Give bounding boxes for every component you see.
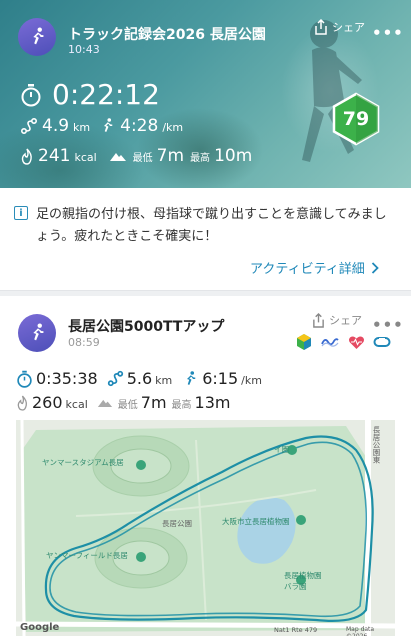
activity-pace-value: 6:15 xyxy=(202,369,239,388)
mountain-icon xyxy=(97,399,112,407)
activity-pace-unit: /km xyxy=(241,374,262,387)
hero-elev-min-label: 最低 xyxy=(132,153,153,164)
activity-badges xyxy=(295,333,391,351)
activity-elev-min-label: 最低 xyxy=(117,400,138,411)
activity-duration: 0:35:38 xyxy=(36,369,98,388)
flame-icon xyxy=(21,148,32,165)
activity-runner-avatar-icon xyxy=(18,314,56,352)
activity-calories-unit: kcal xyxy=(65,398,88,411)
activity-elev-min-value: 7m xyxy=(140,393,167,412)
activity-calories-value: 260 xyxy=(32,393,63,412)
runner-avatar-icon xyxy=(18,18,56,56)
share-icon xyxy=(315,19,327,35)
section-divider xyxy=(0,290,411,296)
hero-distance-pace-row: 4.9 km 4:28 /km xyxy=(20,116,183,136)
info-icon: i xyxy=(14,206,28,220)
map-road-label: Nat1 Rte 479 xyxy=(274,626,318,634)
activity-detail-link[interactable]: アクティビティ詳細 xyxy=(250,258,379,277)
activity-distance-value: 5.6 xyxy=(126,369,153,388)
hero-share-label: シェア xyxy=(332,21,365,34)
hero-share-button[interactable]: シェア xyxy=(314,19,365,35)
hero-pace-unit: /km xyxy=(162,121,184,134)
heart-rate-icon xyxy=(347,333,365,351)
map-label-rose: 長居植物園 バラ園 xyxy=(284,571,322,591)
hero-elev-max-label: 最高 xyxy=(190,153,211,164)
map-copyright: Map data ©2026 xyxy=(346,626,375,636)
route-map[interactable]: ヤンマースタジアム長居 ヤンマーフィールド長居 長居公園 大阪市立長居植物園 長… xyxy=(16,420,395,636)
route-icon xyxy=(107,370,123,387)
activity-title[interactable]: 長居公園5000TTアップ xyxy=(68,316,224,336)
mountain-icon xyxy=(109,153,126,161)
hero-elev-min-value: 7m xyxy=(156,146,185,166)
running-pace-icon xyxy=(104,118,113,132)
hero-calories-value: 241 xyxy=(38,146,71,166)
hero-distance-unit: km xyxy=(73,121,91,134)
activity-distance-unit: km xyxy=(155,374,173,387)
wave-icon xyxy=(321,333,339,351)
activity-time: 08:59 xyxy=(68,336,100,349)
hero-duration-row: 0:22:12 xyxy=(20,78,160,111)
map-label-station: 長居公園東 xyxy=(372,426,381,464)
tip-text: 足の親指の付け根、母指球で蹴り出すことを意識してみましょう。疲れたときこそ確実に… xyxy=(36,207,387,244)
route-icon xyxy=(20,117,38,135)
hero-more-button[interactable]: ••• xyxy=(372,24,404,42)
score-value[interactable]: 79 xyxy=(329,92,383,146)
map-label-botanical: 大阪市立長居植物園 xyxy=(222,517,290,526)
map-label-nagai: イ園 xyxy=(274,445,289,454)
activity-elev-max-value: 13m xyxy=(194,393,231,412)
hero-duration: 0:22:12 xyxy=(52,78,160,111)
hero-elev-max-value: 10m xyxy=(214,146,253,166)
activity-elev-max-label: 最高 xyxy=(171,400,192,411)
google-logo: Google xyxy=(20,622,60,633)
map-label-field: ヤンマーフィールド長居 xyxy=(46,551,128,560)
hero-time: 10:43 xyxy=(68,43,100,56)
running-pace-icon xyxy=(187,370,196,385)
activity-detail-label: アクティビティ詳細 xyxy=(250,262,365,277)
activity-secondary-stats-row: 260 kcal 最低 7m 最高 13m xyxy=(16,393,230,412)
hero-title: トラック記録会2026 長居公園 xyxy=(68,27,266,43)
map-canvas xyxy=(16,420,395,636)
hero-distance-value: 4.9 xyxy=(42,116,70,136)
chevron-right-icon xyxy=(371,261,379,274)
stopwatch-icon xyxy=(17,370,32,388)
cadence-loop-icon xyxy=(373,333,391,351)
stopwatch-icon xyxy=(21,83,41,106)
activity-share-button[interactable]: シェア xyxy=(312,312,362,328)
hero-card[interactable]: トラック記録会2026 長居公園 10:43 シェア ••• 0:22:12 4… xyxy=(0,0,411,188)
hero-calories-unit: kcal xyxy=(74,151,97,164)
flame-icon xyxy=(17,395,28,411)
activity-share-label: シェア xyxy=(329,314,362,327)
map-label-park: 長居公園 xyxy=(162,519,192,528)
activity-more-button[interactable]: ••• xyxy=(372,316,404,334)
map-label-stadium: ヤンマースタジアム長居 xyxy=(42,458,124,467)
share-icon xyxy=(313,312,324,328)
hero-pace-value: 4:28 xyxy=(120,116,159,136)
hexagon-score-icon xyxy=(295,333,313,351)
activity-main-stats-row: 0:35:38 5.6 km 6:15 /km xyxy=(16,369,262,388)
coaching-tip: i 足の親指の付け根、母指球で蹴り出すことを意識してみましょう。疲れたときこそ確… xyxy=(14,204,399,248)
hero-calorie-elevation-row: 241 kcal 最低 7m 最高 10m xyxy=(20,146,252,166)
